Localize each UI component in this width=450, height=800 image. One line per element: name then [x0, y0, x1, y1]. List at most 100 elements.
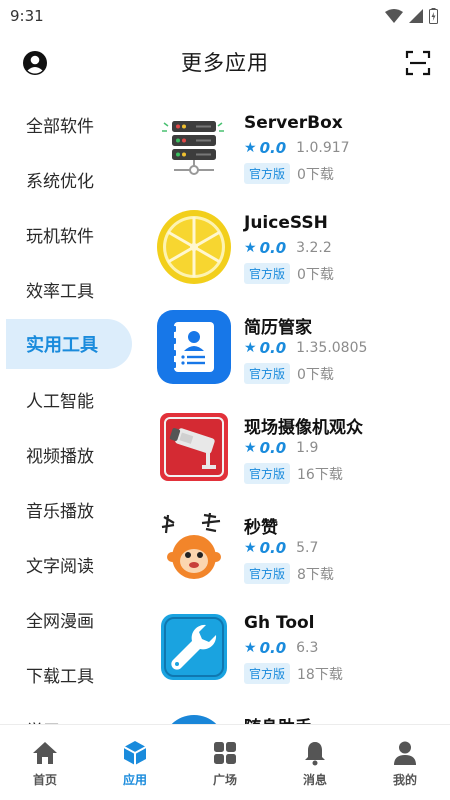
- category-reading[interactable]: 文字阅读: [0, 539, 140, 589]
- app-row-resume-manager[interactable]: 简历管家 ★ 0.0 1.35.0805 官方版 0下载: [140, 301, 450, 401]
- nav-profile[interactable]: 我的: [360, 725, 450, 800]
- category-productivity[interactable]: 效率工具: [0, 264, 140, 314]
- app-version: 3.2.2: [296, 240, 332, 256]
- app-tags: 官方版 16下载: [244, 463, 343, 484]
- official-badge: 官方版: [244, 663, 291, 684]
- person-icon: [394, 741, 416, 765]
- app-meta: ★ 0.0 6.3: [244, 639, 318, 657]
- official-badge: 官方版: [244, 563, 291, 584]
- app-version: 1.35.0805: [296, 340, 368, 356]
- category-music[interactable]: 音乐播放: [0, 484, 140, 534]
- official-badge: 官方版: [244, 163, 291, 184]
- account-icon[interactable]: [22, 50, 48, 76]
- app-version: 1.0.917: [296, 140, 350, 156]
- app-rating: 0.0: [259, 339, 287, 357]
- nav-home[interactable]: 首页: [0, 725, 90, 800]
- nav-label: 消息: [302, 773, 327, 787]
- download-count: 0下载: [297, 366, 334, 383]
- star-icon: ★: [244, 140, 257, 156]
- category-download[interactable]: 下载工具: [0, 649, 140, 699]
- apps-cube-icon: [123, 741, 147, 765]
- app-meta: ★ 0.0 3.2.2: [244, 239, 332, 257]
- category-ai[interactable]: 人工智能: [0, 374, 140, 424]
- cellular-signal-icon: [409, 9, 423, 23]
- app-name: 秒赞: [244, 518, 278, 538]
- category-learning[interactable]: 学习: [0, 704, 140, 725]
- app-meta: ★ 0.0 1.0.917: [244, 139, 350, 157]
- download-count: 18下载: [297, 666, 343, 683]
- app-version: 5.7: [296, 540, 319, 556]
- app-name: Gh Tool: [244, 613, 315, 633]
- category-system-optimize[interactable]: 系统优化: [0, 154, 140, 204]
- category-all-software[interactable]: 全部软件: [0, 99, 140, 149]
- status-icons: [385, 8, 438, 24]
- home-icon: [33, 742, 57, 764]
- wrench-icon: [161, 614, 227, 680]
- app-row-juicessh[interactable]: JuiceSSH ★ 0.0 3.2.2 官方版 0下载: [140, 201, 450, 301]
- scan-icon[interactable]: [404, 49, 432, 77]
- app-tags: 官方版 0下载: [244, 163, 334, 184]
- app-tags: 官方版 0下载: [244, 363, 334, 384]
- bottom-nav: 首页 应用 广场 消息 我的: [0, 724, 450, 800]
- download-count: 8下载: [297, 566, 334, 583]
- star-icon: ★: [244, 540, 257, 556]
- category-comics[interactable]: 全网漫画: [0, 594, 140, 644]
- app-rating: 0.0: [259, 439, 287, 457]
- official-badge: 官方版: [244, 263, 291, 284]
- app-name: 简历管家: [244, 318, 312, 338]
- app-meta: ★ 0.0 1.35.0805: [244, 339, 367, 357]
- app-version: 6.3: [296, 640, 319, 656]
- bell-icon: [305, 742, 325, 766]
- app-rating: 0.0: [259, 139, 287, 157]
- download-count: 0下载: [297, 266, 334, 283]
- official-badge: 官方版: [244, 363, 291, 384]
- app-name: JuiceSSH: [244, 213, 328, 233]
- app-list: ServerBox ★ 0.0 1.0.917 官方版 0下载 JuiceSSH…: [140, 96, 450, 724]
- app-rating: 0.0: [259, 539, 287, 557]
- nav-label: 我的: [392, 773, 417, 787]
- category-utilities[interactable]: 实用工具: [6, 319, 132, 369]
- app-name: 现场摄像机观众: [244, 418, 363, 438]
- nav-apps[interactable]: 应用: [90, 725, 180, 800]
- resume-icon: [157, 310, 231, 384]
- app-row-portable-assistant[interactable]: 随身助手: [140, 701, 450, 724]
- app-row-serverbox[interactable]: ServerBox ★ 0.0 1.0.917 官方版 0下载: [140, 101, 450, 201]
- app-meta: ★ 0.0 1.9: [244, 439, 318, 457]
- page-title: 更多应用: [181, 51, 269, 75]
- app-row-live-camera-viewer[interactable]: 现场摄像机观众 ★ 0.0 1.9 官方版 16下载: [140, 401, 450, 501]
- battery-icon: [429, 8, 438, 24]
- app-header: 更多应用: [0, 38, 450, 86]
- download-count: 0下载: [297, 166, 334, 183]
- category-video[interactable]: 视频播放: [0, 429, 140, 479]
- download-count: 16下载: [297, 466, 343, 483]
- app-row-miaozan[interactable]: 秒赞 ★ 0.0 5.7 官方版 8下载: [140, 501, 450, 601]
- app-version: 1.9: [296, 440, 319, 456]
- star-icon: ★: [244, 240, 257, 256]
- category-sidebar: 全部软件 系统优化 玩机软件 效率工具 实用工具 人工智能 视频播放 音乐播放 …: [0, 96, 140, 724]
- category-phone-tweaks[interactable]: 玩机软件: [0, 209, 140, 259]
- grid-icon: [214, 742, 236, 764]
- wifi-icon: [385, 9, 403, 23]
- app-tags: 官方版 8下载: [244, 563, 334, 584]
- status-time: 9:31: [10, 7, 44, 25]
- official-badge: 官方版: [244, 463, 291, 484]
- security-camera-icon: [160, 413, 228, 481]
- lemon-icon: [157, 210, 231, 284]
- app-rating: 0.0: [259, 639, 287, 657]
- nav-messages[interactable]: 消息: [270, 725, 360, 800]
- status-bar: 9:31: [0, 0, 450, 32]
- app-name: 随身助手: [244, 713, 312, 724]
- star-icon: ★: [244, 440, 257, 456]
- nav-label: 首页: [32, 773, 57, 787]
- app-row-gh-tool[interactable]: Gh Tool ★ 0.0 6.3 官方版 18下载: [140, 601, 450, 701]
- star-icon: ★: [244, 640, 257, 656]
- monkey-icon: [156, 509, 232, 585]
- nav-label: 广场: [212, 773, 237, 787]
- nav-label: 应用: [122, 773, 147, 787]
- app-tags: 官方版 0下载: [244, 263, 334, 284]
- nav-square[interactable]: 广场: [180, 725, 270, 800]
- app-rating: 0.0: [259, 239, 287, 257]
- app-meta: ★ 0.0 5.7: [244, 539, 318, 557]
- app-name: ServerBox: [244, 113, 343, 133]
- star-icon: ★: [244, 340, 257, 356]
